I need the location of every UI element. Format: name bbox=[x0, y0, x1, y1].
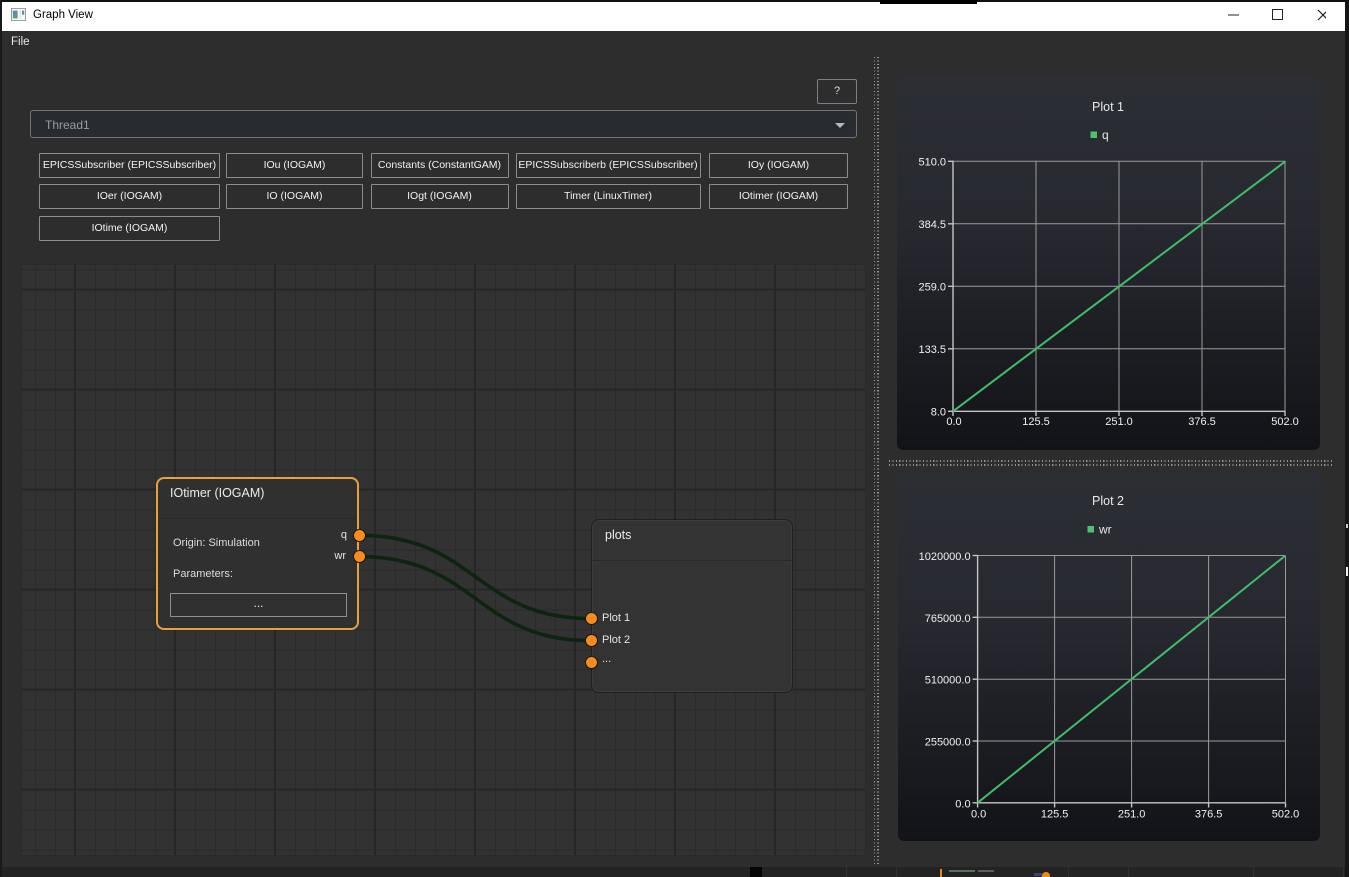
svg-text:502.0: 502.0 bbox=[1272, 809, 1300, 821]
svg-text:251.0: 251.0 bbox=[1118, 809, 1146, 821]
svg-text:0.0: 0.0 bbox=[955, 798, 970, 810]
svg-text:510.0: 510.0 bbox=[918, 156, 946, 168]
svg-text:8.0: 8.0 bbox=[931, 406, 946, 418]
svg-text:765000.0: 765000.0 bbox=[925, 613, 971, 625]
svg-text:125.5: 125.5 bbox=[1022, 416, 1050, 428]
svg-text:0.0: 0.0 bbox=[971, 809, 986, 821]
svg-text:376.5: 376.5 bbox=[1195, 809, 1223, 821]
svg-text:q: q bbox=[1102, 128, 1109, 142]
svg-text:251.0: 251.0 bbox=[1105, 416, 1133, 428]
svg-text:125.5: 125.5 bbox=[1041, 809, 1069, 821]
svg-text:510000.0: 510000.0 bbox=[925, 675, 971, 687]
svg-text:259.0: 259.0 bbox=[918, 281, 946, 293]
svg-text:0.0: 0.0 bbox=[946, 416, 961, 428]
svg-text:384.5: 384.5 bbox=[918, 219, 946, 231]
svg-text:133.5: 133.5 bbox=[918, 344, 946, 356]
svg-text:Plot 2: Plot 2 bbox=[1092, 494, 1124, 508]
svg-text:255000.0: 255000.0 bbox=[925, 737, 971, 749]
svg-text:502.0: 502.0 bbox=[1271, 416, 1299, 428]
svg-text:wr: wr bbox=[1098, 523, 1112, 537]
svg-text:1020000.0: 1020000.0 bbox=[919, 551, 971, 563]
svg-text:Plot 1: Plot 1 bbox=[1092, 100, 1124, 114]
svg-text:376.5: 376.5 bbox=[1188, 416, 1216, 428]
